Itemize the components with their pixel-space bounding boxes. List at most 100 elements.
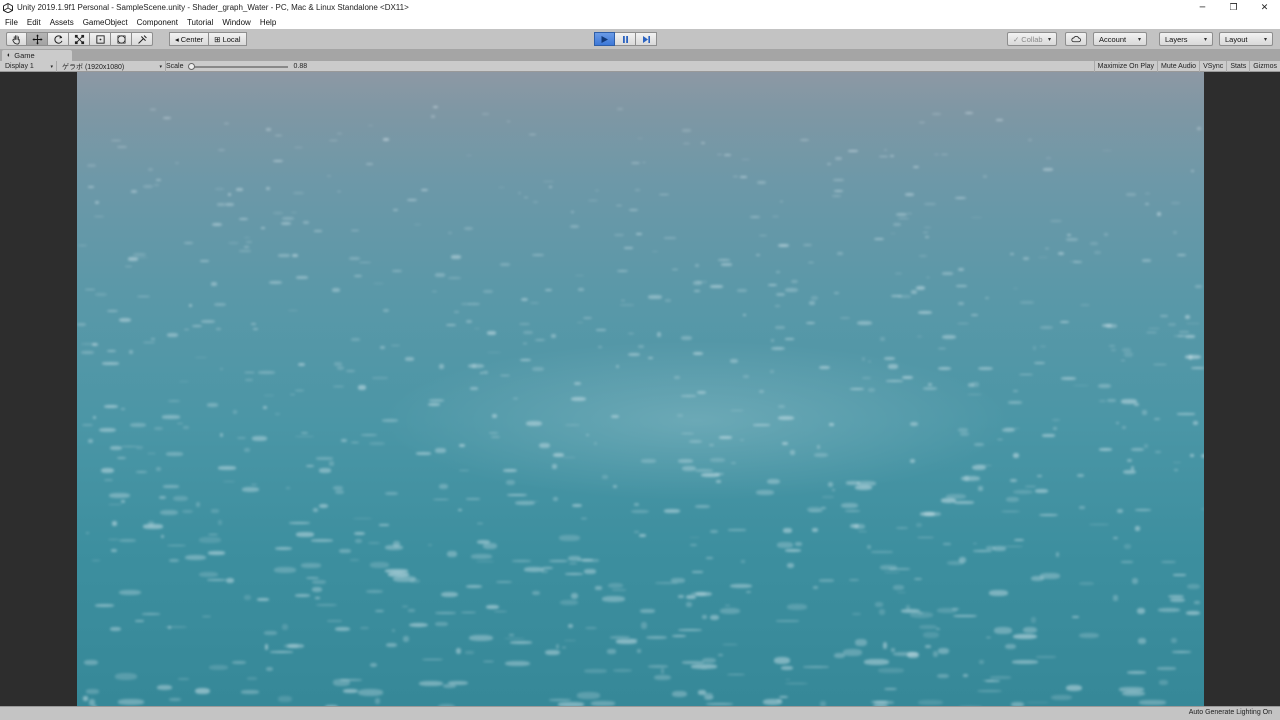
menu-edit[interactable]: Edit <box>22 18 45 27</box>
water-glint <box>385 642 398 647</box>
water-glint <box>847 150 858 152</box>
gizmos-dropdown[interactable]: Gizmos <box>1249 61 1280 72</box>
water-glint <box>873 237 884 241</box>
water-glint <box>280 221 292 225</box>
water-glint <box>673 375 681 379</box>
water-glint <box>601 596 626 603</box>
water-glint <box>578 287 584 291</box>
maximize-on-play-toggle[interactable]: Maximize On Play <box>1093 61 1157 72</box>
scale-slider-thumb[interactable] <box>188 62 196 70</box>
water-glint <box>1137 638 1146 644</box>
play-button[interactable] <box>594 32 615 46</box>
water-glint <box>898 294 912 298</box>
water-glint <box>1001 427 1016 433</box>
chevron-down-icon: ▾ <box>1263 36 1267 43</box>
water-glint <box>812 586 819 589</box>
resolution-dropdown[interactable]: ゲラボ (1920x1080) ▾ <box>57 61 166 72</box>
water-glint <box>195 356 208 359</box>
menu-help[interactable]: Help <box>255 18 280 27</box>
water-glint <box>1124 352 1133 357</box>
menu-gameobject[interactable]: GameObject <box>78 18 132 27</box>
water-glint <box>901 375 913 380</box>
water-glint <box>414 223 422 225</box>
water-glint <box>1112 537 1118 540</box>
pivot-local-toggle[interactable]: ⊞ Local <box>209 32 247 46</box>
menu-window[interactable]: Window <box>217 18 254 27</box>
tab-game[interactable]: ◐ Game <box>2 50 72 61</box>
hand-tool-button[interactable] <box>6 32 27 46</box>
water-glint <box>870 700 888 704</box>
menu-component[interactable]: Component <box>132 18 182 27</box>
display-dropdown[interactable]: Display 1 ▾ <box>0 61 57 72</box>
water-glint <box>1136 608 1145 615</box>
water-glint <box>121 408 126 410</box>
water-glint <box>607 649 616 654</box>
water-glint <box>433 498 449 501</box>
water-glint <box>682 129 691 132</box>
water-glint <box>409 622 429 628</box>
water-glint <box>1173 468 1178 472</box>
transform-tool-button[interactable] <box>111 32 132 46</box>
water-glint <box>1057 252 1065 255</box>
step-button[interactable] <box>636 32 657 46</box>
water-glint <box>767 479 780 485</box>
restore-button[interactable]: ❐ <box>1218 0 1249 15</box>
pause-button[interactable] <box>615 32 636 46</box>
water-glint <box>352 517 372 520</box>
menu-assets[interactable]: Assets <box>45 18 78 27</box>
layers-dropdown[interactable]: Layers ▾ <box>1159 32 1213 46</box>
water-glint <box>160 534 164 539</box>
water-glint <box>1126 193 1136 196</box>
scale-tool-button[interactable] <box>69 32 90 46</box>
water-glint <box>318 504 329 509</box>
water-glint <box>192 324 203 327</box>
water-glint <box>477 522 483 525</box>
water-glint <box>719 436 733 439</box>
water-glint <box>993 546 1006 551</box>
water-glint <box>479 371 484 374</box>
vsync-toggle[interactable]: VSync <box>1199 61 1226 72</box>
water-glint <box>311 539 333 543</box>
move-tool-button[interactable] <box>27 32 48 46</box>
water-glint <box>986 637 992 639</box>
water-glint <box>755 490 774 496</box>
water-glint <box>214 303 227 307</box>
water-glint <box>943 543 951 545</box>
rect-tool-button[interactable] <box>90 32 111 46</box>
water-glint <box>795 542 803 546</box>
water-glint <box>1055 551 1060 558</box>
water-glint <box>1139 700 1166 705</box>
pivot-center-toggle[interactable]: ◂ Center <box>169 32 210 46</box>
water-glint <box>1035 656 1056 658</box>
game-viewport[interactable] <box>77 72 1204 706</box>
water-glint <box>548 698 572 702</box>
water-glint <box>1197 127 1201 130</box>
rotate-tool-button[interactable] <box>48 32 69 46</box>
collab-button[interactable]: ✓ Collab ▾ <box>1007 32 1057 46</box>
water-glint <box>208 533 218 535</box>
cloud-services-button[interactable] <box>1065 32 1087 46</box>
water-glint <box>897 591 906 593</box>
mute-audio-toggle[interactable]: Mute Audio <box>1157 61 1199 72</box>
menu-tutorial[interactable]: Tutorial <box>182 18 217 27</box>
water-glint <box>678 628 702 631</box>
water-glint <box>697 690 706 695</box>
water-glint <box>739 439 745 441</box>
menu-file[interactable]: File <box>0 18 22 27</box>
stats-toggle[interactable]: Stats <box>1226 61 1249 72</box>
water-glint <box>207 578 226 581</box>
water-glint <box>391 345 400 347</box>
close-button[interactable]: ✕ <box>1249 0 1280 15</box>
layout-dropdown[interactable]: Layout ▾ <box>1219 32 1273 46</box>
water-glint <box>914 578 922 580</box>
water-glint <box>693 290 701 292</box>
custom-tool-button[interactable] <box>132 32 153 46</box>
water-glint <box>109 493 130 499</box>
water-glint <box>559 535 580 542</box>
scale-slider[interactable] <box>188 62 288 70</box>
water-glint <box>520 297 528 302</box>
minimize-button[interactable]: ─ <box>1187 0 1218 15</box>
account-dropdown[interactable]: Account ▾ <box>1093 32 1147 46</box>
water-glint <box>1116 421 1120 425</box>
water-glint <box>1194 600 1200 605</box>
